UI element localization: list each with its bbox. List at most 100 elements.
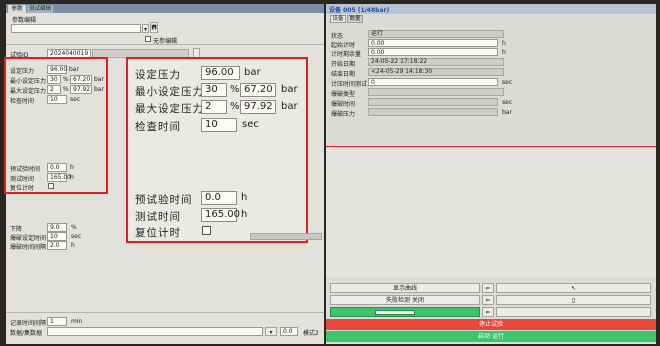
zoom-max-pct-unit: % bbox=[230, 101, 240, 112]
device-title: 设备 005 (1/48bar) bbox=[329, 7, 390, 14]
burst-time-label: 爆破时间 bbox=[331, 101, 356, 108]
pressure-time-test-unit: sec bbox=[502, 79, 513, 86]
zoom-max-set-label: 最大设定压力 bbox=[135, 103, 204, 115]
zoom-set-pressure-field[interactable]: 96.00 bbox=[201, 66, 240, 80]
small-reset-timer-checkbox[interactable] bbox=[48, 183, 54, 189]
start-timer-field: 0.00 bbox=[368, 39, 498, 47]
show-graph-extra[interactable]: ↖ bbox=[496, 283, 651, 293]
small-check-time-unit: sec bbox=[70, 96, 81, 103]
small-reset-timer-label: 复位计时 bbox=[10, 185, 35, 192]
small-min-pct-unit: % bbox=[63, 76, 69, 83]
remaining-unit: h bbox=[502, 49, 506, 56]
small-min-value-field: 67.20 bbox=[70, 75, 92, 84]
small-min-unit: bar bbox=[94, 76, 104, 83]
mode-label: 模式2 bbox=[303, 330, 319, 337]
zoom-check-time-label: 检查时间 bbox=[135, 121, 181, 133]
left-horizontal-bar[interactable] bbox=[250, 233, 322, 240]
small-min-pct-field[interactable]: 30 bbox=[47, 75, 61, 84]
show-graph-button[interactable]: 显示曲线 bbox=[330, 283, 480, 293]
record-interval-field[interactable]: 1 bbox=[47, 317, 67, 326]
burst-time-unit: sec bbox=[502, 99, 513, 106]
file-select[interactable] bbox=[11, 24, 141, 33]
burst-set-time-label: 爆破设定时间 bbox=[10, 235, 47, 242]
drop-unit: % bbox=[71, 224, 77, 231]
start-timer-label: 起始计时 bbox=[331, 42, 356, 49]
end-date-label: 结束日期 bbox=[331, 71, 356, 78]
param-edit-label: 参数编辑 bbox=[12, 17, 37, 24]
zoom-max-value-field: 97.92 bbox=[240, 100, 276, 114]
zoom-test-time-label: 测试时间 bbox=[135, 211, 181, 223]
small-test-time-unit: h bbox=[70, 174, 74, 181]
data-file-dropdown[interactable]: ▾ bbox=[265, 327, 277, 336]
zoom-min-pct-field[interactable]: 30 bbox=[201, 83, 227, 97]
burst-interval-field[interactable]: 2.0 bbox=[47, 241, 67, 250]
small-pretest-field[interactable]: 0.0 bbox=[47, 163, 67, 172]
no-param-edit-checkbox[interactable] bbox=[145, 36, 151, 42]
tab-data[interactable]: 数据 bbox=[347, 15, 363, 23]
start-date-label: 开始日期 bbox=[331, 61, 356, 68]
zoom-pretest-field[interactable]: 0.0 bbox=[201, 191, 237, 205]
zoom-check-time-field[interactable]: 10 bbox=[201, 118, 237, 132]
start-timer-unit: h bbox=[502, 40, 506, 47]
status-field: 运行 bbox=[368, 30, 504, 38]
fail-test-button[interactable]: 失败检测 关闭 bbox=[330, 295, 480, 305]
small-test-time-field[interactable]: 165.00 bbox=[47, 173, 71, 182]
data-file-field[interactable] bbox=[47, 327, 263, 336]
start-date-field: 24-05-22 17:18:22 bbox=[368, 58, 504, 66]
small-max-pct-field[interactable]: 2 bbox=[47, 85, 61, 94]
burst-set-time-unit: sec bbox=[71, 233, 82, 240]
fail-test-arrow[interactable]: ⇐ bbox=[482, 295, 494, 305]
stop-test-button[interactable]: 停止试验 bbox=[326, 319, 656, 330]
graph-area bbox=[326, 147, 656, 277]
tab-test-edit[interactable]: 测试编辑 bbox=[27, 5, 53, 13]
zoom-min-unit: bar bbox=[281, 84, 298, 95]
data-file-label: 数据/集数据 bbox=[10, 330, 43, 337]
pressure-time-test-field: 0 bbox=[368, 78, 498, 86]
progress-green-indicator bbox=[330, 307, 480, 317]
zoom-reset-timer-label: 复位计时 bbox=[135, 227, 181, 239]
small-set-pressure-field[interactable]: 96.00 bbox=[47, 65, 67, 74]
pressure-time-test-label: 计压时间测试 bbox=[331, 81, 368, 88]
small-min-set-label: 最小设定压力 bbox=[10, 78, 47, 85]
tab-params[interactable]: 参数 bbox=[8, 5, 26, 13]
status-label: 状态 bbox=[331, 33, 344, 40]
zoom-min-pct-unit: % bbox=[230, 84, 240, 95]
progress-arrow[interactable]: ⇐ bbox=[482, 307, 494, 317]
small-pretest-unit: h bbox=[70, 164, 74, 171]
drop-field[interactable]: 9.0 bbox=[47, 223, 67, 232]
small-max-set-label: 最大设定压力 bbox=[10, 88, 47, 95]
data-file-value: 0.0 bbox=[280, 327, 298, 336]
zoom-pretest-label: 预试验时间 bbox=[135, 194, 193, 206]
burst-set-time-field[interactable]: 10 bbox=[47, 232, 67, 241]
left-tab-bar bbox=[6, 4, 324, 13]
zoom-reset-timer-checkbox[interactable] bbox=[202, 226, 211, 235]
zoom-test-time-field[interactable]: 165.00 bbox=[201, 208, 240, 222]
zoom-max-pct-field[interactable]: 2 bbox=[201, 100, 227, 114]
end-date-field: <24-05-29 14:18:30 bbox=[368, 68, 504, 76]
burst-pressure-label: 爆破压力 bbox=[331, 111, 356, 118]
progress-extra[interactable] bbox=[496, 307, 651, 317]
zoom-test-time-unit: h bbox=[241, 209, 248, 220]
zoom-pretest-unit: h bbox=[241, 192, 248, 203]
small-max-value-field: 97.92 bbox=[70, 85, 92, 94]
file-select-dropdown[interactable]: ▾ bbox=[142, 24, 149, 33]
start-run-button[interactable]: 启动 运行 bbox=[326, 331, 656, 342]
record-interval-unit: min bbox=[71, 318, 83, 325]
divider bbox=[6, 44, 324, 45]
zoom-set-pressure-unit: bar bbox=[244, 67, 261, 78]
tab-device[interactable]: 设备 bbox=[330, 15, 346, 23]
zoom-min-value-field: 67.20 bbox=[240, 83, 276, 97]
small-check-time-field[interactable]: 10 bbox=[47, 95, 67, 104]
remaining-field: 0.00 bbox=[368, 48, 498, 56]
burst-interval-unit: h bbox=[71, 242, 75, 249]
remaining-label: 计时剩余量 bbox=[331, 51, 362, 58]
file-open-button[interactable]: 🖪 bbox=[150, 22, 158, 33]
record-interval-label: 记录时间间隔 bbox=[10, 320, 47, 327]
fail-test-extra[interactable]: ▯ bbox=[496, 295, 651, 305]
small-set-pressure-label: 设定压力 bbox=[10, 68, 35, 75]
bottom-divider bbox=[6, 312, 324, 313]
burst-time-field bbox=[368, 98, 498, 106]
drop-label: 下降 bbox=[10, 226, 23, 233]
small-set-pressure-unit: bar bbox=[69, 66, 79, 73]
show-graph-arrow[interactable]: ⇐ bbox=[482, 283, 494, 293]
